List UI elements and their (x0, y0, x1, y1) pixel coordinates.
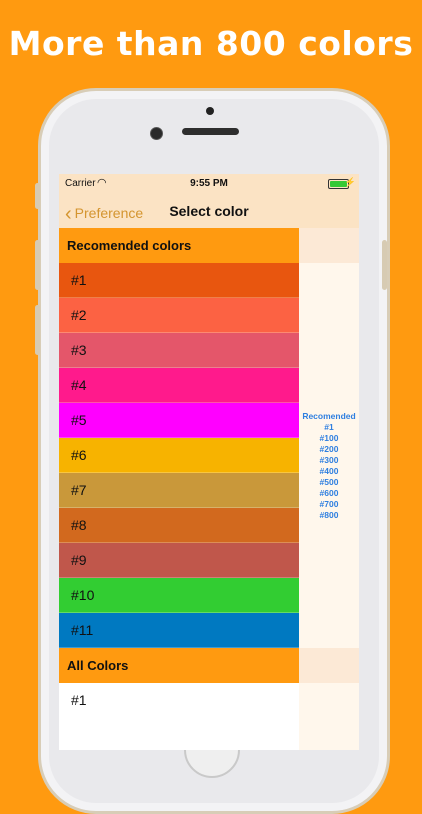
nav-title: Select color (169, 203, 249, 219)
volume-up-button (35, 240, 40, 290)
index-header-band (299, 648, 359, 683)
row-label: #1 (71, 272, 87, 288)
color-row-10[interactable]: #10 (59, 578, 299, 613)
row-label: #4 (71, 377, 87, 393)
color-row-9[interactable]: #9 (59, 543, 299, 578)
row-label: #3 (71, 342, 87, 358)
headline: More than 800 colors (8, 24, 414, 63)
row-label: #2 (71, 307, 87, 323)
list-item[interactable]: #1 (59, 683, 299, 718)
index-entry[interactable]: #500 (299, 477, 359, 488)
index-entry[interactable]: #600 (299, 488, 359, 499)
color-row-8[interactable]: #8 (59, 508, 299, 543)
front-camera (150, 127, 163, 140)
index-entry[interactable]: #100 (299, 433, 359, 444)
row-label: #6 (71, 447, 87, 463)
color-row-7[interactable]: #7 (59, 473, 299, 508)
status-bar: Carrier ◠ 9:55 PM ⚡ (59, 174, 359, 194)
status-time: 9:55 PM (190, 178, 228, 189)
row-label: #7 (71, 482, 87, 498)
proximity-sensor (206, 107, 214, 115)
row-label: #1 (71, 692, 87, 708)
section-index[interactable]: Recomended #1 #100 #200 #300 #400 #500 #600 #700… (299, 228, 359, 750)
row-label: #9 (71, 552, 87, 568)
color-list[interactable]: Recomended colors #1 #2 #3 #4 #5 #6 #7 #8 #9 #10 #… (59, 228, 299, 718)
index-entry[interactable]: #200 (299, 444, 359, 455)
mute-switch (35, 183, 40, 209)
earpiece-speaker (182, 128, 239, 135)
color-row-5[interactable]: #5 (59, 403, 299, 438)
index-entry[interactable]: #1 (299, 422, 359, 433)
color-row-6[interactable]: #6 (59, 438, 299, 473)
index-titles[interactable]: Recomended #1 #100 #200 #300 #400 #500 #600 #700… (299, 411, 359, 521)
row-label: #8 (71, 517, 87, 533)
index-entry[interactable]: Recomended (299, 411, 359, 422)
index-entry[interactable]: #300 (299, 455, 359, 466)
power-button (382, 240, 387, 290)
section-header-all: All Colors (59, 648, 299, 683)
color-row-11[interactable]: #11 (59, 613, 299, 648)
recommended-rows: #1 #2 #3 #4 #5 #6 #7 #8 #9 #10 #11 (59, 263, 299, 648)
index-entry[interactable]: #800 (299, 510, 359, 521)
row-label: #10 (71, 587, 95, 603)
index-header-band (299, 228, 359, 263)
volume-down-button (35, 305, 40, 355)
row-label: #11 (71, 622, 94, 638)
color-row-3[interactable]: #3 (59, 333, 299, 368)
row-label: #5 (71, 412, 87, 428)
section-header-recommended: Recomended colors (59, 228, 299, 263)
color-row-4[interactable]: #4 (59, 368, 299, 403)
color-row-1[interactable]: #1 (59, 263, 299, 298)
index-entry[interactable]: #700 (299, 499, 359, 510)
charging-icon: ⚡ (344, 177, 356, 187)
navigation-bar: ‹ Preference Select color (59, 194, 359, 229)
color-row-2[interactable]: #2 (59, 298, 299, 333)
phone-screen: Carrier ◠ 9:55 PM ⚡ ‹ Preference Select c… (59, 174, 359, 750)
index-entry[interactable]: #400 (299, 466, 359, 477)
